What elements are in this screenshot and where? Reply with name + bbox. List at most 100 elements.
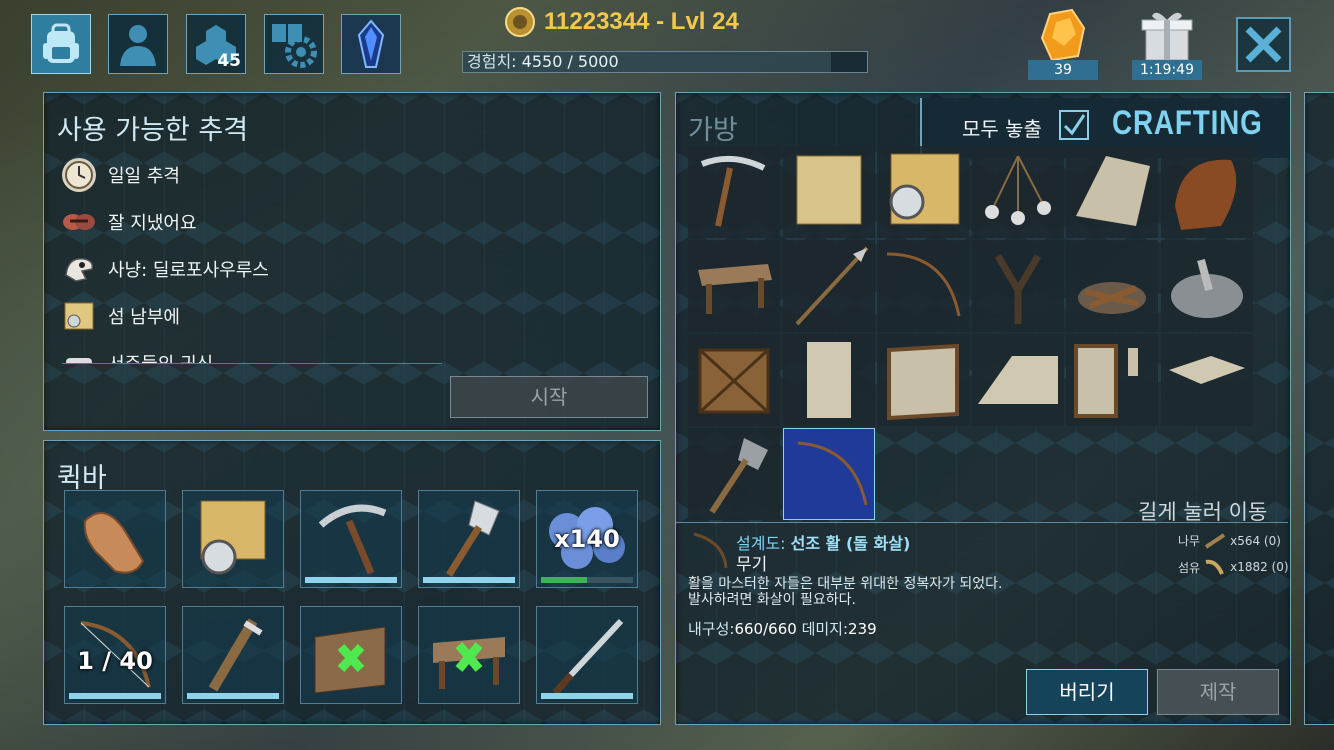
quickbar-slot[interactable] xyxy=(418,490,520,588)
quickbar-slot[interactable] xyxy=(300,490,402,588)
quest-label: 사냥: 딜로포사우루스 xyxy=(108,260,269,281)
quickbar-slot[interactable] xyxy=(182,606,284,704)
quickbar-slot[interactable] xyxy=(182,490,284,588)
material-qty: x564 (0) xyxy=(1230,533,1281,548)
detail-divider xyxy=(676,522,1288,523)
inventory-slot[interactable] xyxy=(783,334,875,426)
quest-item[interactable]: 잘 지냈어요 xyxy=(62,205,197,239)
damage-label: 데미지: xyxy=(801,620,849,638)
inventory-slot[interactable] xyxy=(972,146,1064,238)
quickbar-slot[interactable]: 1 / 40 xyxy=(64,606,166,704)
item-description: 활을 마스터한 자들은 대부분 위대한 정복자가 되었다. 발사하려면 화살이 … xyxy=(688,576,1003,608)
amber-resource[interactable]: 39 xyxy=(1028,8,1098,80)
crafting-tab[interactable]: CRAFTING xyxy=(1112,104,1263,143)
character-button[interactable] xyxy=(108,14,168,74)
xp-value: : 4550 / 5000 xyxy=(511,52,619,71)
thatch-ceiling-icon xyxy=(1169,356,1245,384)
close-icon xyxy=(1245,26,1282,63)
item-type: 무기 xyxy=(736,555,768,575)
inventory-title: 가방 xyxy=(688,115,738,146)
gift-resource[interactable]: 1:19:49 xyxy=(1132,8,1202,80)
quickbar-slot[interactable] xyxy=(64,490,166,588)
bola-icon xyxy=(985,155,1051,225)
durability-track xyxy=(423,577,515,583)
inventory-slot[interactable] xyxy=(1161,146,1253,238)
craft-button[interactable]: 제작 xyxy=(1157,669,1279,715)
player-title: 11223344 - Lvl 24 xyxy=(504,6,739,38)
mortar-pestle-icon xyxy=(1171,258,1243,318)
inventory-slot[interactable] xyxy=(877,146,969,238)
quest-item[interactable]: 서주들의 귀신 xyxy=(62,346,213,363)
durability-fill xyxy=(423,577,515,583)
quest-list-clip: 서주들의 귀신 xyxy=(62,346,442,363)
fiber-icon xyxy=(1205,559,1224,575)
quickbar-slot[interactable]: x140 xyxy=(536,490,638,588)
durability-track xyxy=(541,577,633,583)
quest-item[interactable]: 사냥: 딜로포사우루스 xyxy=(62,252,269,286)
inventory-slot[interactable] xyxy=(972,240,1064,332)
durability-fill xyxy=(187,693,279,699)
player-title-text: 11223344 - Lvl 24 xyxy=(544,8,739,35)
description-line: 활을 마스터한 자들은 대부분 위대한 정복자가 되었다. xyxy=(688,576,1003,592)
inventory-slot[interactable] xyxy=(877,240,969,332)
bow-icon xyxy=(886,252,961,317)
show-all-checkbox[interactable] xyxy=(1059,110,1089,140)
sword-icon xyxy=(552,618,624,696)
quickbar-slot[interactable] xyxy=(300,606,402,704)
quickbar-slot[interactable] xyxy=(536,606,638,704)
material-row: 나무 x564 (0) xyxy=(1178,532,1281,549)
slot-overlay-text: x140 xyxy=(554,525,620,553)
pickaxe-icon xyxy=(700,155,766,227)
inventory-slot[interactable] xyxy=(688,334,780,426)
inventory-slot[interactable] xyxy=(688,240,780,332)
quest-label: 잘 지냈어요 xyxy=(108,213,197,234)
hatchet-icon xyxy=(446,500,500,577)
item-name-text: 선조 활 (돌 화살) xyxy=(790,534,911,553)
bone-icon xyxy=(62,346,96,363)
thatch-roof-icon xyxy=(978,356,1058,404)
thatch-icon xyxy=(1076,156,1150,226)
wood-icon xyxy=(1204,532,1226,549)
inventory-slot[interactable] xyxy=(1161,334,1253,426)
inventory-slot[interactable] xyxy=(1066,240,1158,332)
xp-label: 경험치 xyxy=(467,52,512,71)
gift-timer: 1:19:49 xyxy=(1132,60,1202,80)
start-button[interactable]: 시작 xyxy=(450,376,648,418)
obelisk-button[interactable] xyxy=(341,14,401,74)
handshake-icon xyxy=(62,205,96,239)
inventory-slot[interactable] xyxy=(783,146,875,238)
settings-button[interactable] xyxy=(264,14,324,74)
bow-blueprint-icon xyxy=(797,441,868,506)
material-name: 나무 xyxy=(1178,534,1201,548)
quest-item[interactable]: 섬 남부에 xyxy=(62,299,180,333)
durability-label: 내구성: xyxy=(688,620,735,638)
close-button[interactable] xyxy=(1236,17,1291,72)
inventory-slot[interactable] xyxy=(1066,334,1158,426)
inventory-slot[interactable] xyxy=(783,428,875,520)
table-icon xyxy=(698,264,772,314)
inventory-button[interactable] xyxy=(31,14,91,74)
gear-icon xyxy=(272,24,317,68)
check-icon xyxy=(1063,114,1086,136)
drop-button[interactable]: 버리기 xyxy=(1026,669,1148,715)
clock-icon xyxy=(62,158,96,192)
bow-blueprint-icon xyxy=(693,532,728,569)
inventory-slot[interactable] xyxy=(877,334,969,426)
inventory-slot[interactable] xyxy=(783,240,875,332)
inventory-slot[interactable] xyxy=(1161,240,1253,332)
level-medal-icon xyxy=(505,7,535,37)
amber-icon xyxy=(1040,8,1086,62)
item-stats: 내구성:660/660 데미지:239 xyxy=(688,618,877,639)
inventory-slot[interactable] xyxy=(688,428,780,520)
xp-bar: 경험치: 4550 / 5000 xyxy=(462,51,868,73)
torch-icon xyxy=(208,618,263,692)
quest-label: 섬 남부에 xyxy=(108,307,180,328)
inventory-slot[interactable] xyxy=(688,146,780,238)
inventory-slot[interactable] xyxy=(972,334,1064,426)
quest-item[interactable]: 일일 추격 xyxy=(62,158,180,192)
wooden-crate-icon xyxy=(698,348,770,414)
quickbar-slot[interactable] xyxy=(418,606,520,704)
engrams-button[interactable]: 45 xyxy=(186,14,246,74)
quest-label: 일일 추격 xyxy=(108,166,180,187)
inventory-slot[interactable] xyxy=(1066,146,1158,238)
